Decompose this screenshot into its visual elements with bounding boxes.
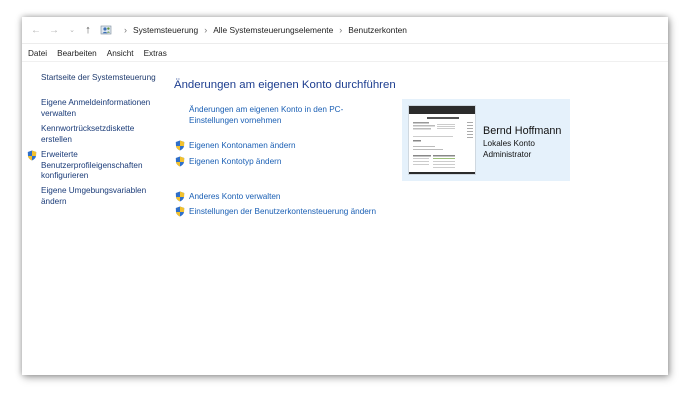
breadcrumb-benutzerkonten[interactable]: Benutzerkonten <box>348 25 407 35</box>
breadcrumb-separator-icon: › <box>124 25 127 35</box>
rename-account-link[interactable]: Eigenen Kontonamen ändern <box>189 141 296 152</box>
menu-extras[interactable]: Extras <box>144 49 167 58</box>
menu-bearbeiten[interactable]: Bearbeiten <box>57 49 97 58</box>
menu-ansicht[interactable]: Ansicht <box>107 49 134 58</box>
change-account-type-link[interactable]: Eigenen Kontotyp ändern <box>189 157 281 168</box>
uac-shield-icon <box>175 140 185 151</box>
account-type: Lokales Konto <box>483 139 535 148</box>
page-title: Änderungen am eigenen Konto durchführen <box>174 79 396 91</box>
sidebar-item-environment-variables[interactable]: Eigene Umgebungsvariablen ändern <box>41 186 163 207</box>
up-arrow-icon[interactable]: ↑ <box>82 23 94 37</box>
back-arrow-icon[interactable]: ← <box>30 23 42 37</box>
pc-settings-link[interactable]: Änderungen am eigenen Konto in den PC-Ei… <box>189 105 349 126</box>
account-picture-image <box>409 106 475 174</box>
account-card: Bernd Hoffmann Lokales Konto Administrat… <box>402 99 570 181</box>
uac-shield-icon <box>27 150 37 161</box>
account-role: Administrator <box>483 150 532 159</box>
uac-settings-link[interactable]: Einstellungen der Benutzerkontensteuerun… <box>189 207 376 218</box>
sidebar-home-link[interactable]: Startseite der Systemsteuerung <box>41 73 163 84</box>
menu-bar: Datei Bearbeiten Ansicht Extras <box>22 45 668 62</box>
sidebar-item-profile-properties[interactable]: Erweiterte Benutzerprofileigenschaften k… <box>41 150 159 182</box>
user-accounts-icon <box>100 25 112 35</box>
account-name: Bernd Hoffmann <box>483 125 562 137</box>
uac-shield-icon <box>175 156 185 167</box>
breadcrumb-separator-icon: › <box>204 25 208 35</box>
breadcrumb-systemsteuerung[interactable]: Systemsteuerung <box>133 25 198 35</box>
control-panel-window: ← → ⌄ ↑ › Systemsteuerung › Alle Systems… <box>22 17 668 375</box>
forward-arrow-icon[interactable]: → <box>48 23 60 37</box>
manage-other-account-link[interactable]: Anderes Konto verwalten <box>189 192 280 203</box>
menu-datei[interactable]: Datei <box>28 49 47 58</box>
account-picture[interactable] <box>408 105 476 175</box>
uac-shield-icon <box>175 191 185 202</box>
sidebar-item-credentials[interactable]: Eigene Anmeldeinformationen verwalten <box>41 98 163 119</box>
recent-locations-chevron-icon[interactable]: ⌄ <box>66 23 78 37</box>
address-bar: ← → ⌄ ↑ › Systemsteuerung › Alle Systems… <box>22 17 668 44</box>
sidebar-item-password-disk[interactable]: Kennwortrücksetzdiskette erstellen <box>41 124 163 145</box>
breadcrumb-alle-elemente[interactable]: Alle Systemsteuerungselemente <box>213 25 333 35</box>
uac-shield-icon <box>175 206 185 217</box>
breadcrumb-separator-icon: › <box>339 25 343 35</box>
